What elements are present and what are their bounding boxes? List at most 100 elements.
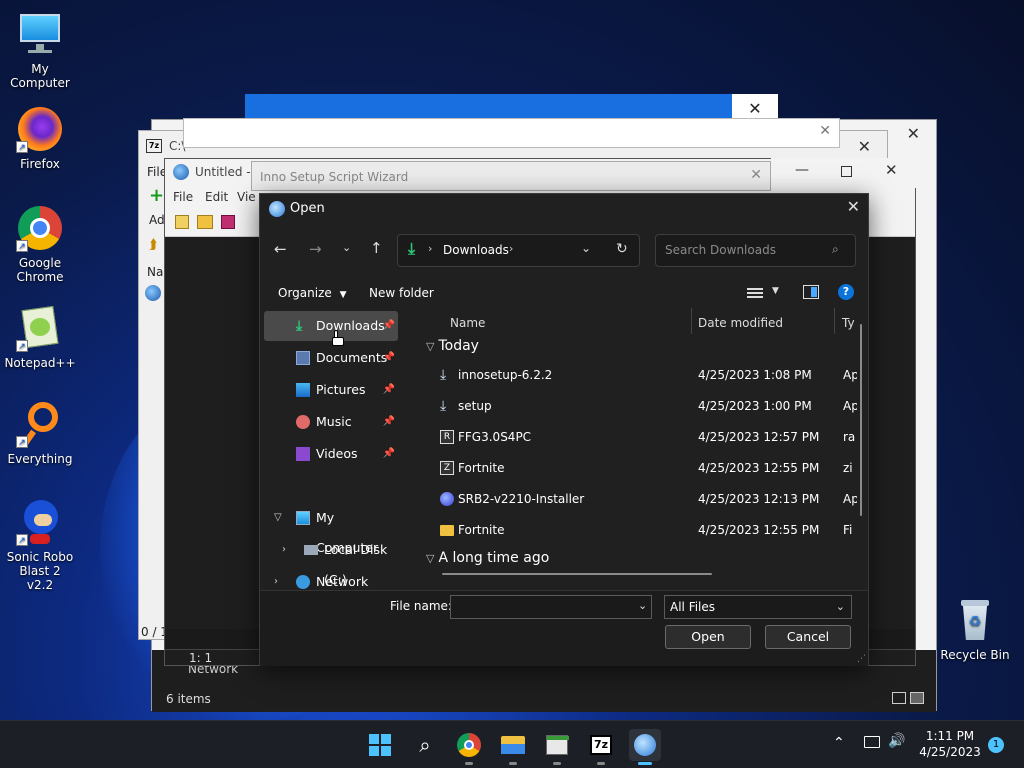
search-icon[interactable]: ⌕ (409, 729, 441, 761)
resize-grip-icon[interactable]: ⋰ (857, 654, 866, 664)
new-folder-button[interactable]: New folder (369, 286, 434, 300)
sevenzip-icon: 7z (590, 735, 612, 755)
minimize-icon[interactable]: — (795, 162, 809, 178)
open-folder-icon[interactable] (197, 215, 213, 229)
clock-date: 4/25/2023 (919, 745, 981, 759)
menu-view[interactable]: Vie (237, 190, 256, 204)
search-input[interactable]: Search Downloads (655, 234, 856, 267)
close-icon[interactable]: ✕ (858, 137, 871, 156)
address-bar[interactable]: ⤓ › Downloads › ⌄ ↻ (397, 234, 640, 267)
up-arrow-icon[interactable]: ↑ (370, 239, 383, 257)
organize-label: Organize (278, 286, 332, 300)
desktop-icon-srb2[interactable]: ↗ Sonic Robo Blast 2 v2.2 (0, 498, 80, 592)
desktop-icon-label: My Computer (10, 62, 70, 90)
file-list-h-scrollbar[interactable] (442, 573, 712, 575)
taskbar-7zip[interactable]: 7z (585, 729, 617, 765)
nav-item-downloads[interactable]: ⤓ Downloads 📌 (264, 311, 398, 341)
wizard-window[interactable]: Inno Setup Script Wizard ✕ (251, 161, 771, 191)
taskbar-chrome[interactable] (453, 729, 485, 765)
taskbar-notepadpp[interactable] (541, 729, 573, 765)
up-folder-icon[interactable]: ⮭ (149, 237, 157, 253)
address-dropdown-icon[interactable]: ⌄ (581, 241, 591, 255)
file-row[interactable]: Z Fortnite 4/25/2023 12:55 PM zi (420, 453, 860, 484)
file-row[interactable]: SRB2-v2210-Installer 4/25/2023 12:13 PM … (420, 484, 860, 515)
pin-icon[interactable]: 📌 (383, 407, 395, 437)
file-row[interactable]: ⤓ setup 4/25/2023 1:00 PM Ap (420, 391, 860, 422)
open-dialog[interactable]: Open ✕ ← → ⌄ ↑ ⤓ › Downloads › ⌄ ↻ Searc… (259, 193, 869, 666)
close-icon[interactable]: ✕ (750, 167, 762, 183)
column-header-type[interactable]: Ty (842, 308, 855, 338)
file-row[interactable]: Fortnite 4/25/2023 12:55 PM Fi (420, 515, 860, 546)
clock[interactable]: 1:11 PM 4/25/2023 (918, 728, 982, 760)
group-header-today[interactable]: ▽ Today (426, 338, 479, 354)
menu-edit[interactable]: Edit (205, 190, 228, 204)
file-list-scrollbar[interactable] (860, 324, 862, 516)
nav-item-music[interactable]: Music 📌 (264, 407, 398, 437)
file-row[interactable]: R FFG3.0S4PC 4/25/2023 12:57 PM ra (420, 422, 860, 453)
nav-item-pictures[interactable]: Pictures 📌 (264, 375, 398, 405)
close-icon[interactable]: ✕ (847, 197, 860, 216)
group-header-older[interactable]: ▽ A long time ago (426, 550, 549, 566)
desktop-icon-chrome[interactable]: ↗ Google Chrome (0, 204, 80, 284)
file-name-input[interactable] (450, 595, 652, 619)
file-name: Fortnite (458, 461, 505, 475)
volume-icon[interactable]: 🔊 (888, 733, 905, 749)
cancel-button[interactable]: Cancel (765, 625, 851, 649)
desktop-icon-label: Sonic Robo Blast 2 v2.2 (6, 550, 74, 592)
desktop-icon-notepadpp[interactable]: ↗ Notepad++ (0, 304, 80, 370)
folder-icon (440, 525, 454, 536)
save-icon[interactable] (221, 215, 235, 229)
desktop-icon-everything[interactable]: ↗ Everything (0, 400, 80, 466)
recent-locations-chevron-icon[interactable]: ⌄ (342, 241, 351, 254)
open-button[interactable]: Open (665, 625, 751, 649)
chevron-right-icon[interactable]: › (282, 535, 286, 565)
maximize-icon[interactable] (841, 166, 852, 177)
back-arrow-icon[interactable]: ← (274, 240, 287, 258)
file-row[interactable]: ⤓ innosetup-6.2.2 4/25/2023 1:08 PM Ap (420, 360, 860, 391)
nav-item-videos[interactable]: Videos 📌 (264, 439, 398, 469)
breadcrumb-separator-icon[interactable]: › (509, 242, 513, 255)
new-file-icon[interactable] (175, 215, 189, 229)
pin-icon[interactable]: 📌 (383, 375, 395, 405)
network-status-icon[interactable] (864, 736, 880, 748)
pin-icon[interactable]: 📌 (383, 311, 395, 341)
column-header-date[interactable]: Date modified (698, 308, 783, 338)
breadcrumb-downloads[interactable]: Downloads (443, 243, 509, 257)
refresh-icon[interactable]: ↻ (616, 241, 628, 257)
help-icon[interactable]: ? (838, 284, 854, 300)
taskbar-inno-setup[interactable] (629, 729, 661, 765)
close-icon[interactable]: ✕ (885, 161, 898, 179)
inno-icon (269, 201, 285, 217)
nav-item-my-computer[interactable]: ▽ My Computer (264, 503, 398, 555)
chevron-down-icon[interactable]: ▽ (274, 503, 282, 533)
dialog-back-strip: ✕ (183, 118, 840, 148)
file-type: zi (843, 461, 853, 475)
dialog-titlebar[interactable]: Open ✕ (260, 194, 868, 224)
desktop-icon-my-computer[interactable]: My Computer (0, 10, 80, 90)
desktop-icon-recycle-bin[interactable]: ♻ Recycle Bin (935, 596, 1015, 662)
close-icon[interactable]: ✕ (819, 123, 831, 139)
pin-icon[interactable]: 📌 (383, 343, 395, 373)
chevron-down-icon[interactable]: ⌄ (638, 599, 647, 612)
preview-pane-icon[interactable] (803, 285, 819, 299)
file-date: 4/25/2023 1:08 PM (698, 368, 812, 382)
monitor-icon (296, 511, 310, 525)
view-toggle-icons[interactable] (892, 692, 926, 706)
start-button[interactable] (364, 729, 396, 761)
notification-badge[interactable]: 1 (988, 737, 1004, 753)
pin-icon[interactable]: 📌 (383, 439, 395, 469)
chevron-up-icon[interactable]: ⌃ (833, 735, 845, 751)
column-header-name[interactable]: Name (450, 308, 485, 338)
forward-arrow-icon[interactable]: → (309, 240, 322, 258)
chevron-down-icon[interactable]: ▼ (772, 286, 779, 296)
organize-button[interactable]: Organize ▼ (278, 286, 347, 300)
nav-item-local-disk[interactable]: › Local Disk (C:) (264, 535, 404, 587)
view-options-icon[interactable] (747, 286, 763, 300)
nav-item-documents[interactable]: Documents 📌 (264, 343, 398, 373)
menu-file[interactable]: File (173, 190, 193, 204)
add-icon[interactable]: + (149, 187, 164, 205)
file-type-filter[interactable]: All Files ⌄ (664, 595, 852, 619)
taskbar-file-explorer[interactable] (497, 729, 529, 765)
close-icon[interactable]: ✕ (907, 124, 920, 143)
desktop-icon-firefox[interactable]: ↗ Firefox (0, 105, 80, 171)
